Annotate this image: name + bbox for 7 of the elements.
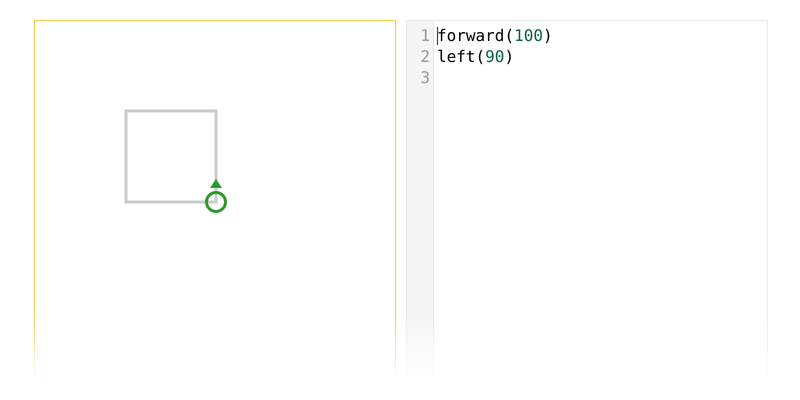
line-number: 3: [419, 67, 431, 88]
line-number: 1: [419, 25, 431, 46]
turtle-icon: [205, 179, 227, 213]
line-number: 2: [419, 46, 431, 67]
code-line: forward(100): [437, 25, 553, 46]
code-line: left(90): [437, 46, 514, 67]
code-editor[interactable]: 1 2 3 forward(100) left(90): [406, 20, 768, 381]
